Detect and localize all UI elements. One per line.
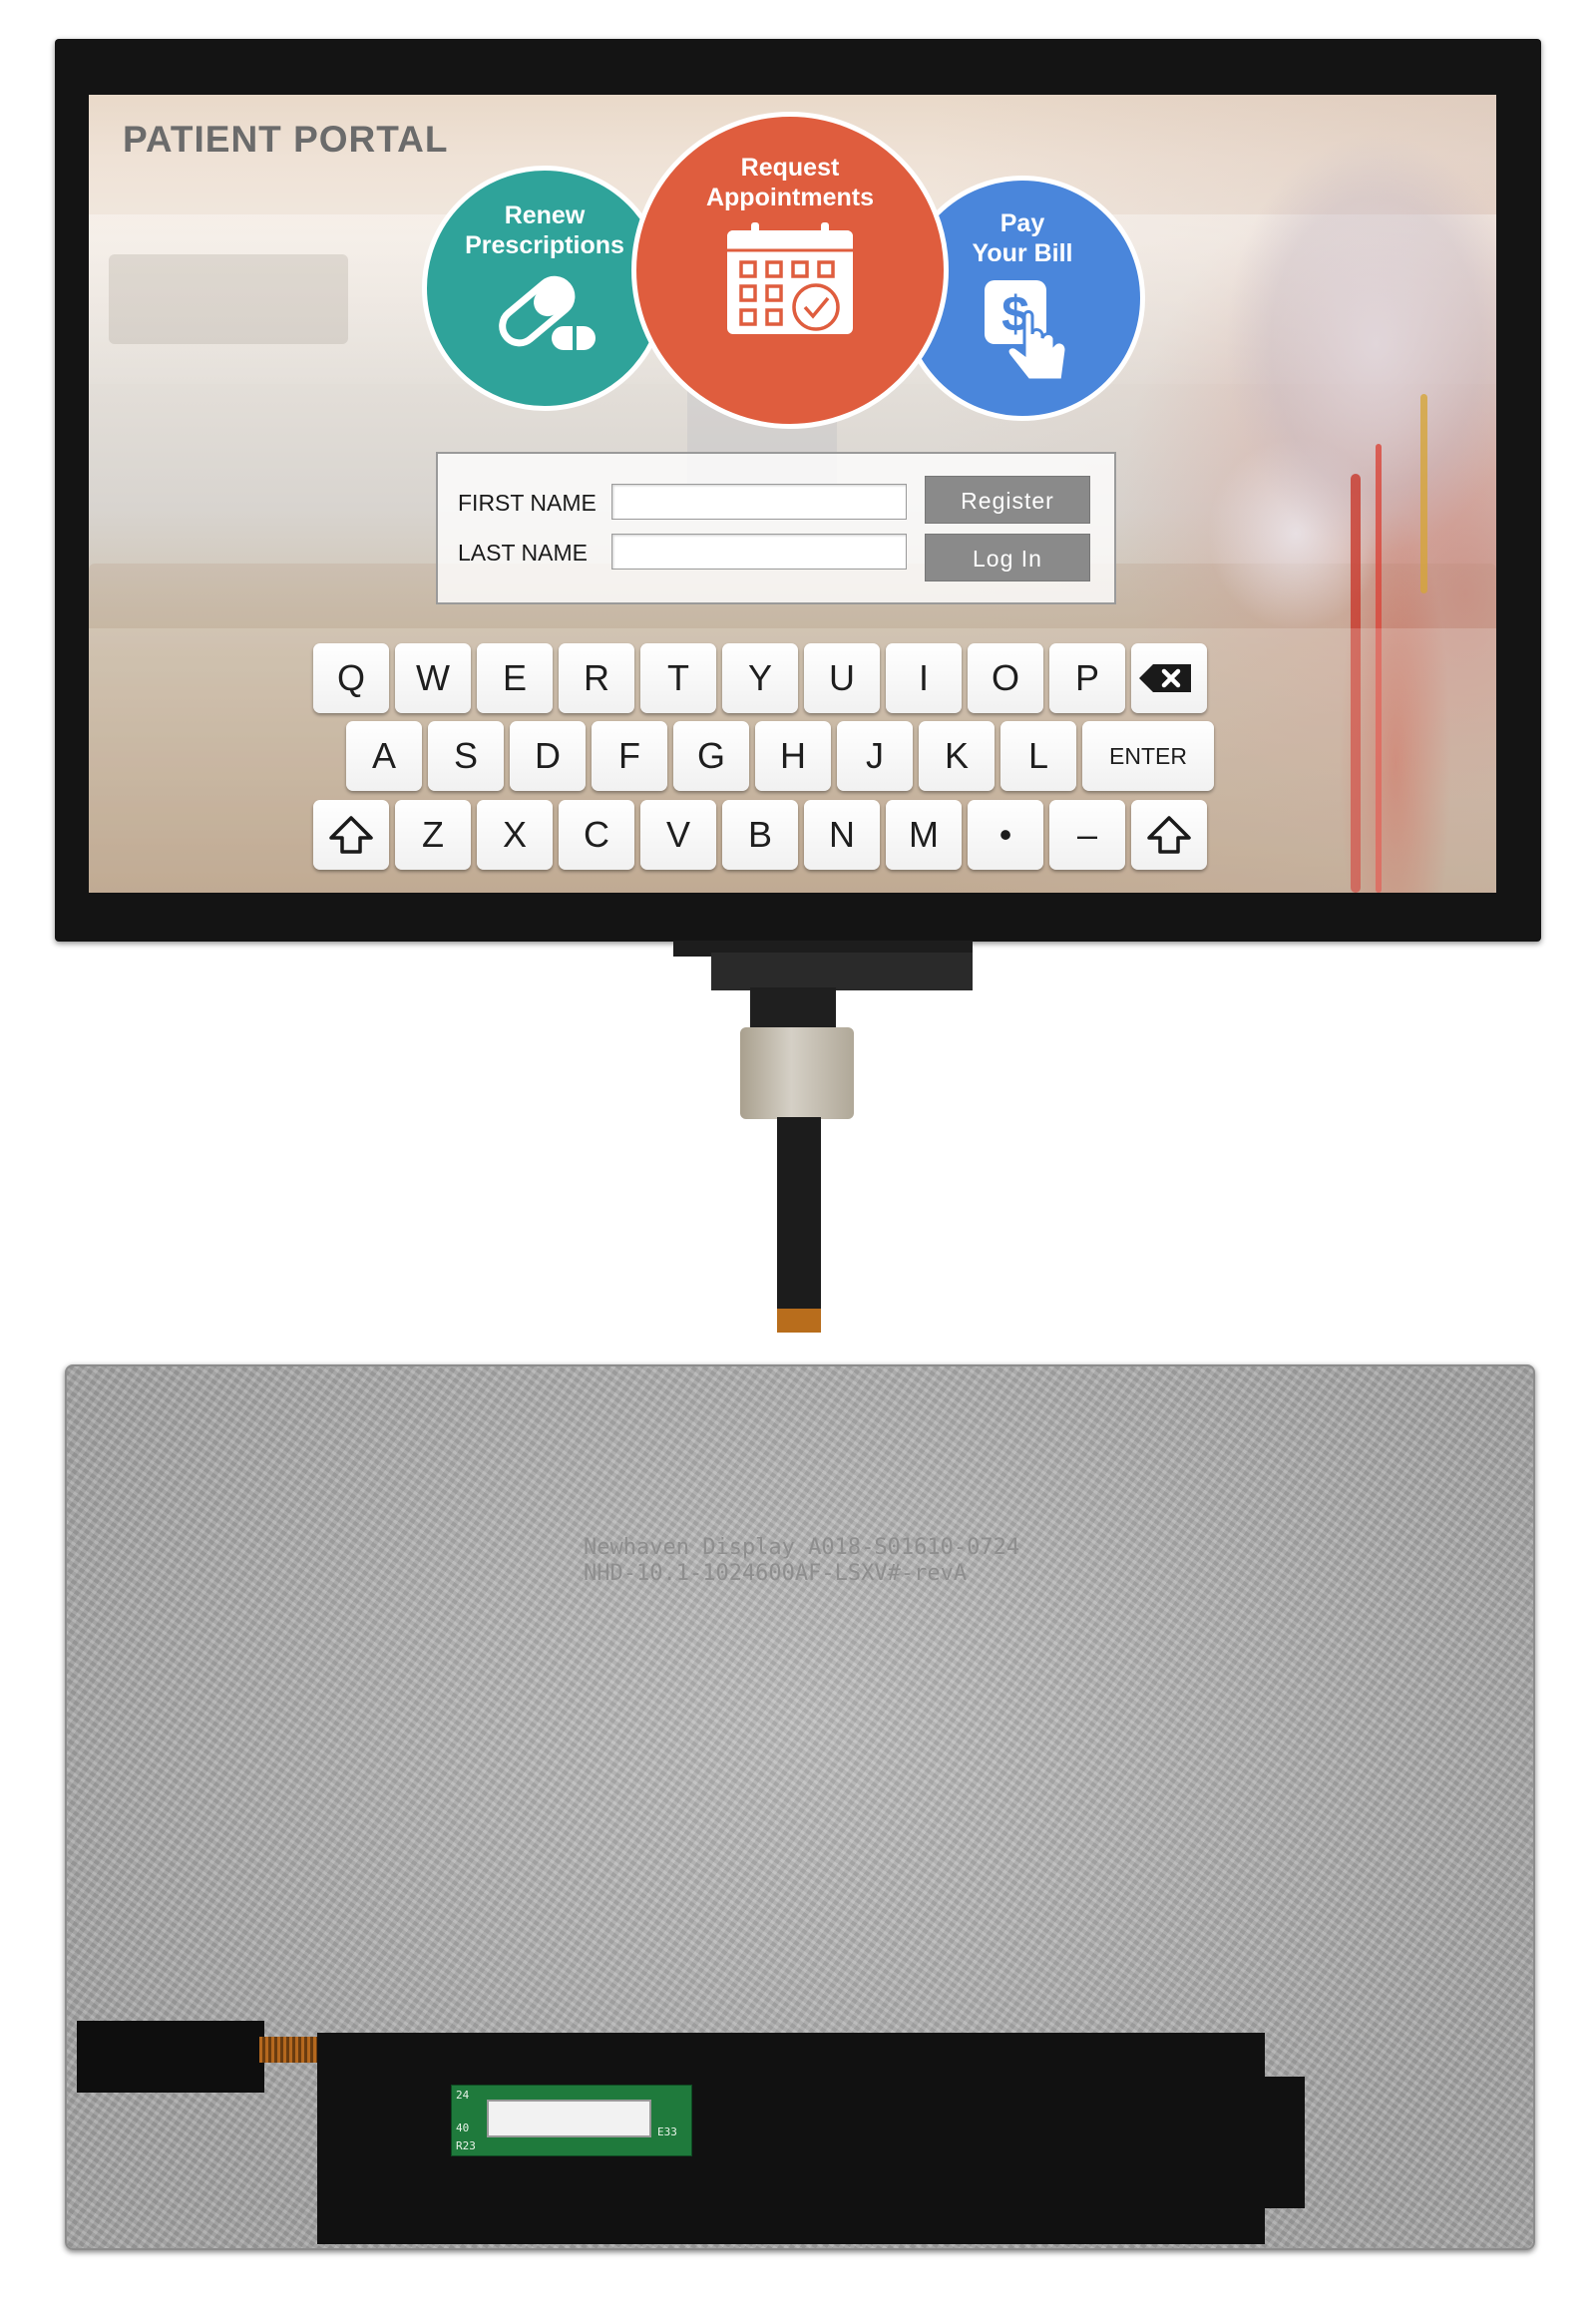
pcb-label: 24 — [456, 2089, 470, 2102]
dollar-tap-icon: $ — [985, 280, 1068, 382]
key-p[interactable]: P — [1049, 643, 1125, 713]
insulating-tape — [77, 2021, 264, 2093]
first-name-label: FIRST NAME — [458, 490, 597, 516]
key-v[interactable]: V — [640, 800, 716, 870]
enter-key[interactable]: ENTER — [1082, 721, 1214, 791]
shift-key-right[interactable] — [1131, 800, 1207, 870]
key-x[interactable]: X — [477, 800, 553, 870]
key-d[interactable]: D — [510, 721, 586, 791]
renew-prescriptions-button[interactable]: Renew Prescriptions — [422, 166, 667, 411]
appointments-label-line1: Request — [740, 154, 840, 182]
key-n[interactable]: N — [804, 800, 880, 870]
key-j[interactable]: J — [837, 721, 913, 791]
insulating-tape — [1265, 2077, 1305, 2208]
last-name-field[interactable] — [611, 534, 907, 570]
pcb-label: 40 — [456, 2121, 470, 2134]
key-b[interactable]: B — [722, 800, 798, 870]
fpc-stiffener — [740, 1027, 854, 1119]
ribbon-cable — [259, 2037, 319, 2063]
key-y[interactable]: Y — [722, 643, 798, 713]
key-q[interactable]: Q — [313, 643, 389, 713]
key-a[interactable]: A — [346, 721, 422, 791]
pcb-label: R23 — [456, 2139, 476, 2152]
fpc-tail — [777, 1117, 821, 1333]
key-u[interactable]: U — [804, 643, 880, 713]
renew-label-line2: Prescriptions — [465, 231, 624, 259]
touchscreen: PATIENT PORTAL Renew Prescriptions Reque… — [89, 95, 1496, 893]
key-dash[interactable]: – — [1049, 800, 1125, 870]
key-o[interactable]: O — [968, 643, 1043, 713]
key-m[interactable]: M — [886, 800, 962, 870]
driver-pcb: 24 40 R23 E33 — [451, 2085, 692, 2156]
backspace-key[interactable] — [1131, 643, 1207, 713]
key-l[interactable]: L — [1000, 721, 1076, 791]
display-back-panel: Newhaven Display A018-S01610-0724 NHD-10.… — [65, 1364, 1535, 2250]
anatomy-nerve — [1420, 394, 1427, 593]
shift-arrow-icon — [329, 816, 373, 854]
key-k[interactable]: K — [919, 721, 995, 791]
pcb-label: E33 — [657, 2125, 677, 2138]
request-appointments-button[interactable]: Request Appointments — [631, 112, 949, 429]
silkscreen-line2: NHD-10.1-1024600AF-LSXV#-revA — [584, 1561, 968, 1586]
calendar-check-icon — [727, 222, 853, 334]
page-title: PATIENT PORTAL — [123, 119, 449, 160]
key-g[interactable]: G — [673, 721, 749, 791]
appointments-label-line2: Appointments — [705, 184, 875, 211]
key-h[interactable]: H — [755, 721, 831, 791]
fpc-cable — [750, 987, 836, 1027]
key-w[interactable]: W — [395, 643, 471, 713]
key-r[interactable]: R — [559, 643, 634, 713]
key-e[interactable]: E — [477, 643, 553, 713]
first-name-field[interactable] — [611, 484, 907, 520]
key-i[interactable]: I — [886, 643, 962, 713]
silkscreen-line1: Newhaven Display A018-S01610-0724 — [584, 1535, 1020, 1560]
key-dot[interactable]: • — [968, 800, 1043, 870]
login-form: FIRST NAME LAST NAME Register Log In — [436, 452, 1116, 604]
key-f[interactable]: F — [592, 721, 667, 791]
shift-arrow-icon — [1147, 816, 1191, 854]
shift-key-left[interactable] — [313, 800, 389, 870]
renew-label-line1: Renew — [504, 201, 586, 229]
fpc-contacts — [777, 1309, 821, 1333]
key-c[interactable]: C — [559, 800, 634, 870]
key-t[interactable]: T — [640, 643, 716, 713]
key-s[interactable]: S — [428, 721, 504, 791]
fpc-cable — [711, 953, 973, 990]
login-button[interactable]: Log In — [925, 534, 1090, 581]
zif-connector[interactable] — [487, 2100, 651, 2137]
background-blur — [109, 254, 348, 344]
key-z[interactable]: Z — [395, 800, 471, 870]
last-name-label: LAST NAME — [458, 540, 588, 566]
pill-icon — [499, 275, 596, 350]
register-button[interactable]: Register — [925, 476, 1090, 524]
backspace-icon — [1139, 664, 1191, 692]
back-silkscreen: Newhaven Display A018-S01610-0724 NHD-10.… — [584, 1535, 1019, 1587]
